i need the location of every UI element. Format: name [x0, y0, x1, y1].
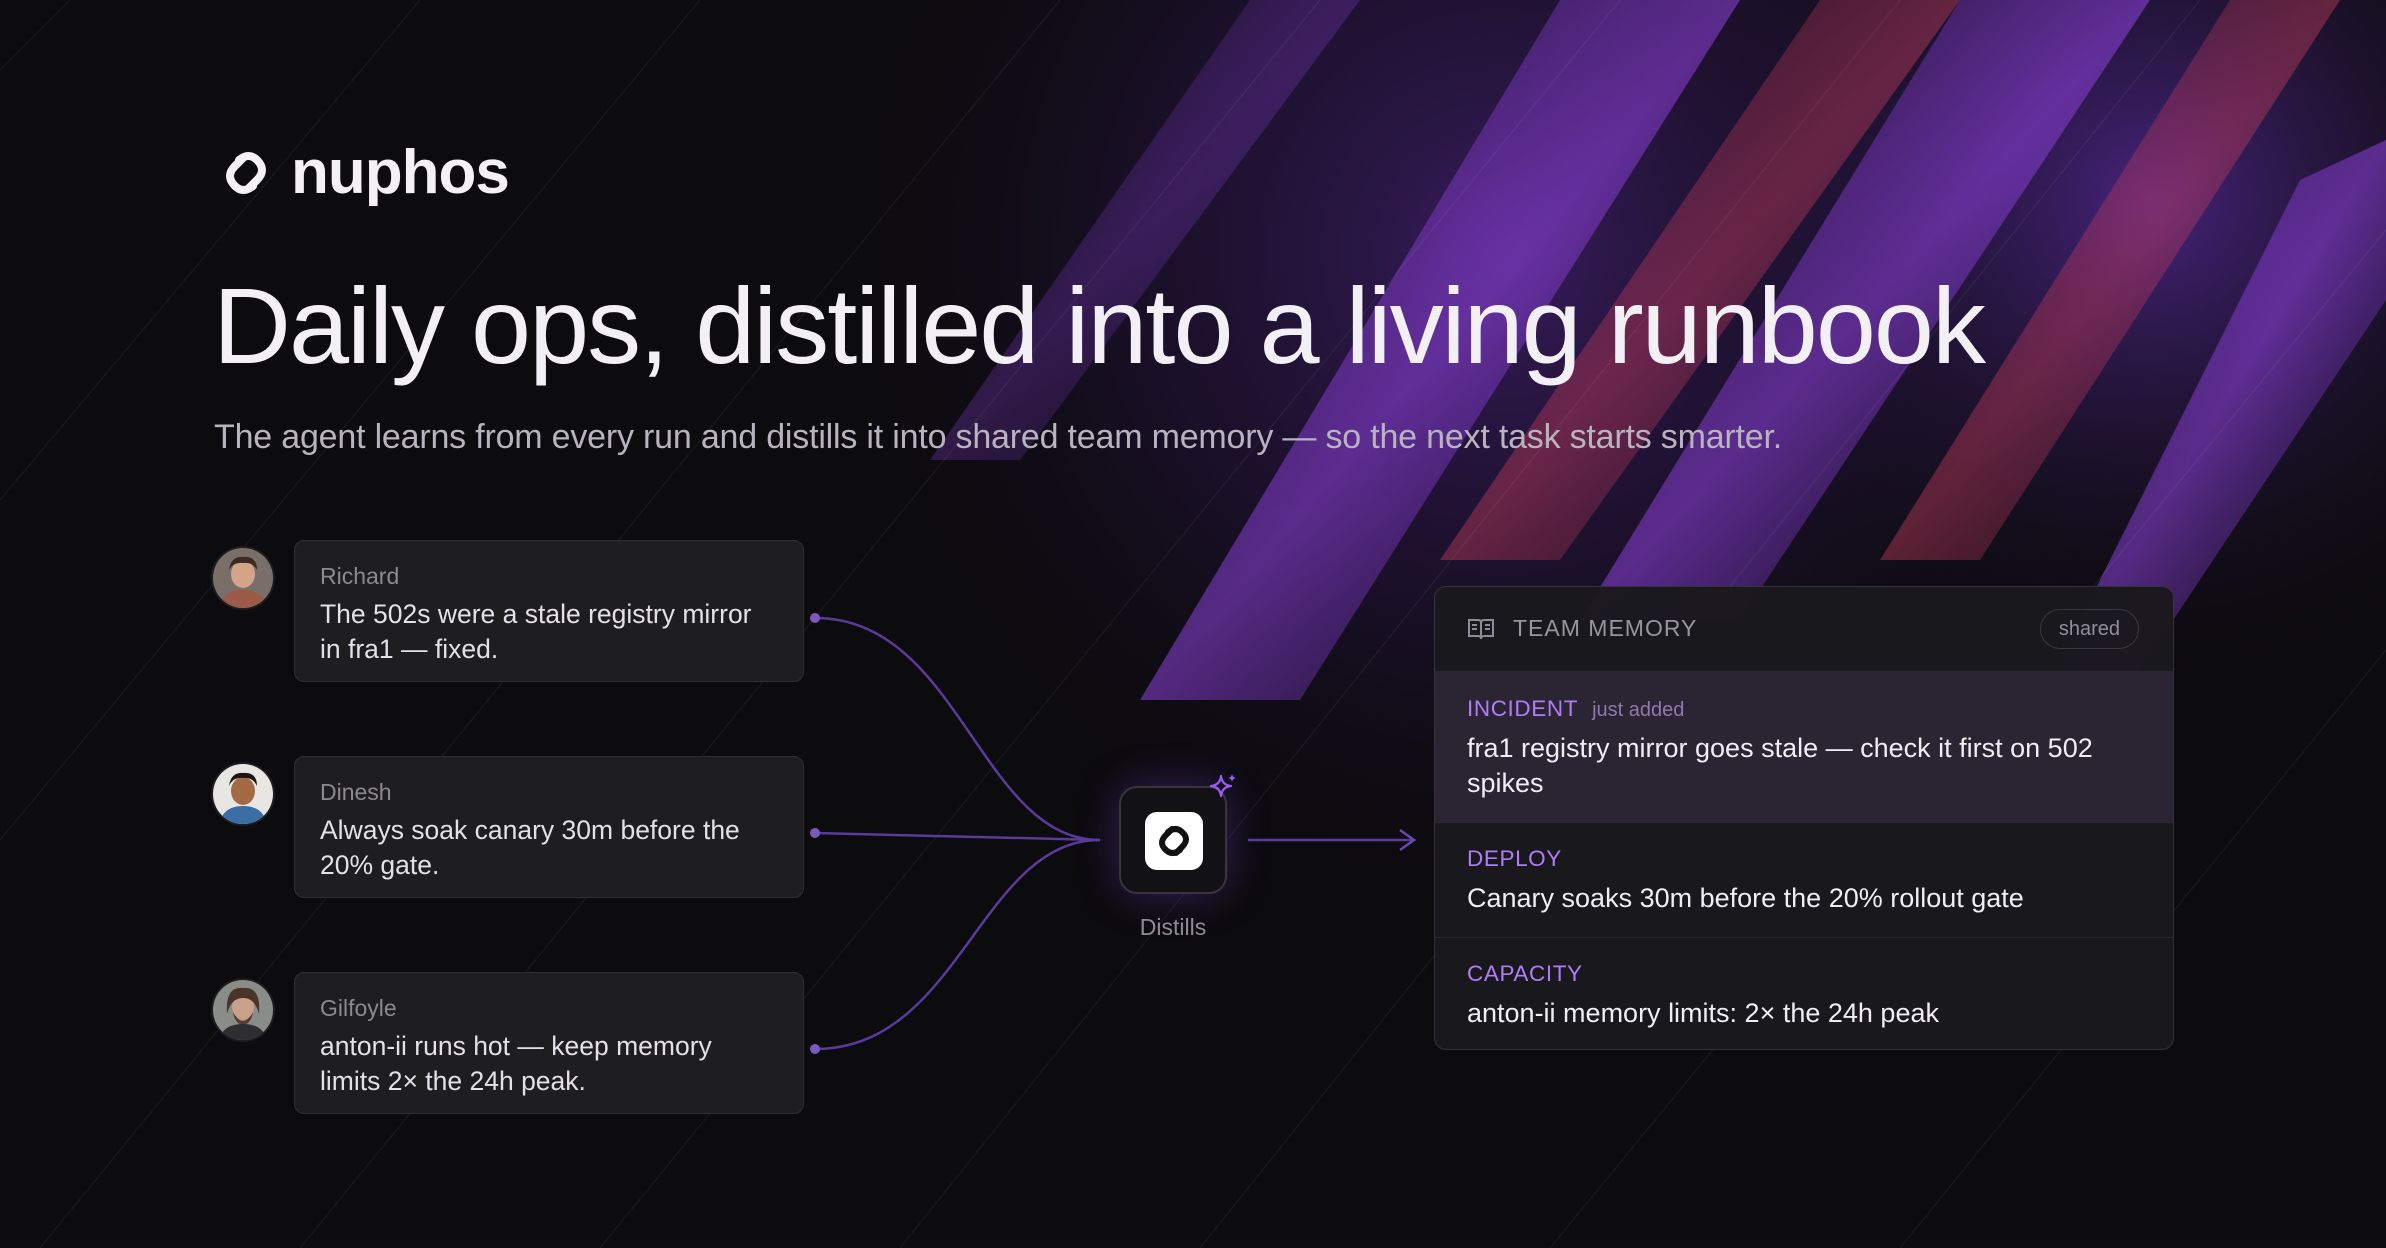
- team-memory-title: TEAM MEMORY: [1513, 615, 1698, 641]
- memory-text: anton-ii memory limits: 2× the 24h peak: [1467, 998, 1939, 1028]
- brand-name: nuphos: [291, 138, 510, 207]
- message-card: Richard The 502s were a stale registry m…: [294, 540, 804, 682]
- page-title: Daily ops, distilled into a living runbo…: [213, 265, 1986, 386]
- message-text: Always soak canary 30m before the 20% ga…: [320, 815, 740, 880]
- memory-category: DEPLOY: [1467, 846, 1562, 871]
- memory-text: Canary soaks 30m before the 20% rollout …: [1467, 883, 2024, 913]
- memory-text: fra1 registry mirror goes stale — check …: [1467, 733, 2093, 798]
- brand-logo: nuphos: [213, 138, 510, 207]
- hub-label: Distills: [1139, 914, 1207, 940]
- message-card: Gilfoyle anton-ii runs hot — keep memory…: [294, 972, 804, 1114]
- book-icon: [1468, 619, 1494, 640]
- memory-category: CAPACITY: [1467, 961, 1583, 986]
- memory-category: INCIDENT: [1467, 696, 1579, 721]
- message-text: anton-ii runs hot — keep memory limits 2…: [320, 1031, 712, 1096]
- message-text: The 502s were a stale registry mirror in…: [320, 599, 752, 664]
- shared-badge: shared: [2039, 609, 2139, 649]
- team-memory-panel: TEAM MEMORY shared INCIDENT just added fr…: [1434, 586, 2174, 1050]
- message-author: Richard: [320, 563, 400, 589]
- memory-entry: INCIDENT just added fra1 registry mirror …: [1435, 671, 2173, 823]
- new-tag: just added: [1592, 699, 1685, 721]
- page-subtitle: The agent learns from every run and dist…: [214, 418, 1783, 456]
- avatar: [213, 764, 273, 824]
- sparkle-icon: [1209, 774, 1236, 798]
- avatar: [213, 548, 273, 608]
- message-author: Dinesh: [320, 779, 392, 805]
- memory-entry: DEPLOY Canary soaks 30m before the 20% r…: [1435, 823, 2173, 938]
- avatar-gilfoyle: [213, 980, 273, 1040]
- avatar-dinesh: [213, 764, 273, 824]
- message-author: Gilfoyle: [320, 995, 397, 1021]
- message-card: Dinesh Always soak canary 30m before the…: [294, 756, 804, 898]
- link-icon: [226, 152, 266, 194]
- avatar-richard: [213, 548, 273, 608]
- hub-logo: [1145, 812, 1203, 870]
- team-memory-header: TEAM MEMORY shared: [1435, 587, 2173, 672]
- avatar: [213, 980, 273, 1040]
- link-icon: [1159, 826, 1189, 856]
- memory-entry: CAPACITY anton-ii memory limits: 2× the …: [1435, 938, 2173, 1049]
